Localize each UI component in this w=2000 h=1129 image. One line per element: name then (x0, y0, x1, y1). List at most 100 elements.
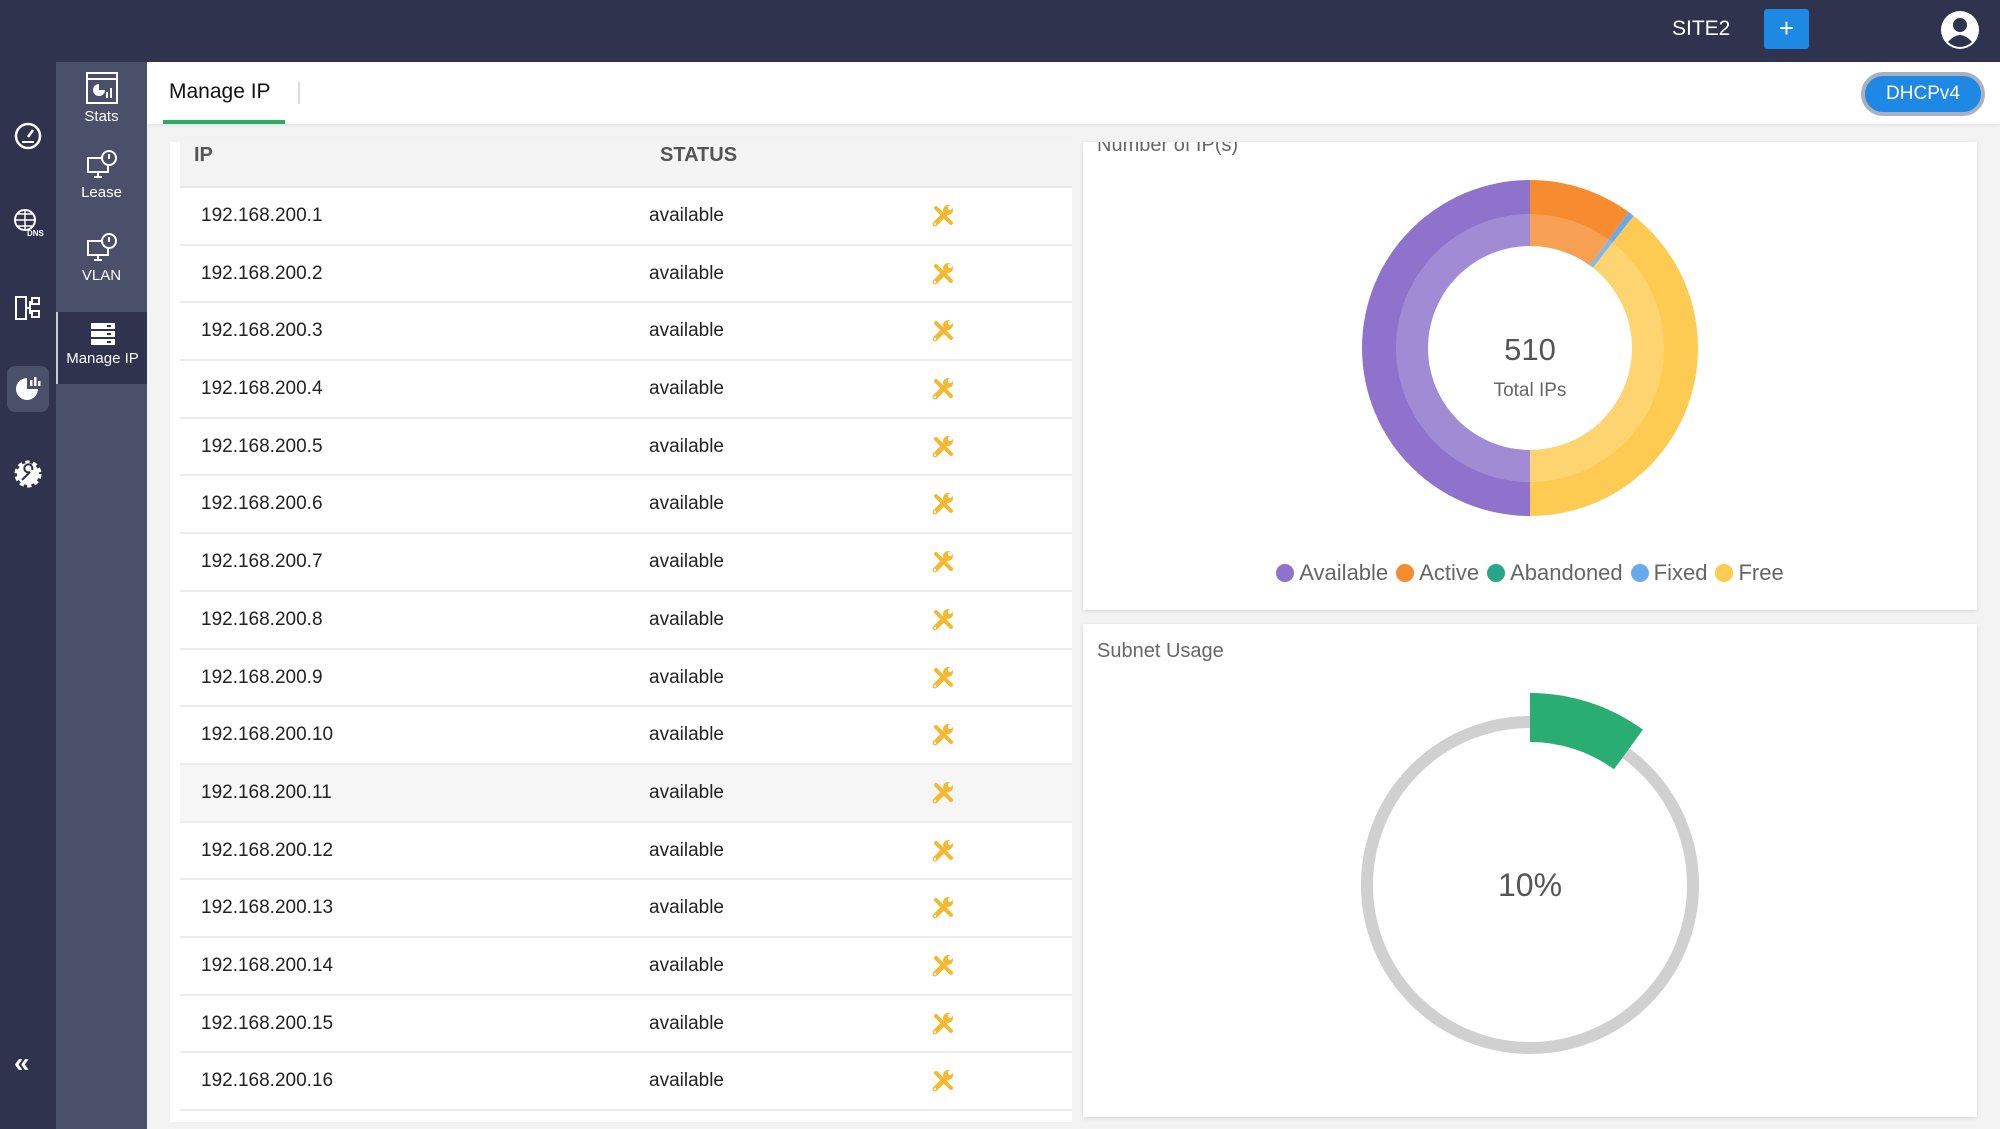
tools-icon[interactable] (930, 549, 956, 575)
table-row[interactable]: 192.168.200.7 available (180, 534, 1072, 592)
top-bar: SITE2 + (0, 0, 2000, 62)
tools-icon[interactable] (930, 607, 956, 633)
chart-legend: Available Active Abandoned Fixed Free (1083, 560, 1977, 586)
dhcpv4-toggle-button[interactable]: DHCPv4 (1861, 72, 1985, 116)
ip-cell: 192.168.200.5 (201, 435, 323, 457)
subnav-label: Lease (81, 184, 122, 201)
status-cell: available (649, 839, 724, 861)
subnet-usage-card: Subnet Usage 10% (1083, 624, 1977, 1117)
tools-icon[interactable] (930, 780, 956, 806)
legend-dot (1630, 564, 1649, 582)
tools-icon[interactable] (930, 1068, 956, 1094)
rail-item-dns[interactable]: DNS (10, 204, 46, 240)
rail-item-network[interactable] (10, 290, 46, 326)
table-row[interactable]: 192.168.200.11 available (180, 764, 1072, 823)
subnav-item-vlan[interactable]: VLAN (56, 223, 147, 295)
rail-item-dhcp[interactable] (7, 366, 49, 412)
tools-icon[interactable] (930, 838, 956, 864)
server-stack-icon (90, 323, 115, 345)
table-body: 192.168.200.1 available 192.168.200.2 avail… (180, 188, 1072, 1111)
legend-dot (1276, 564, 1295, 582)
table-row[interactable]: 192.168.200.5 available (180, 419, 1072, 477)
subnav-item-stats[interactable]: Stats (56, 62, 147, 134)
content-header: Manage IP DHCPv4 (147, 62, 2000, 124)
status-cell: available (649, 435, 724, 457)
site-name[interactable]: SITE2 (1672, 17, 1730, 41)
tab-divider (298, 82, 300, 104)
status-cell: available (649, 493, 724, 515)
ip-cell: 192.168.200.7 (201, 551, 323, 573)
collapse-sidebar-button[interactable]: « (14, 1047, 30, 1079)
tools-icon[interactable] (930, 434, 956, 460)
ip-cell: 192.168.200.8 (201, 608, 323, 630)
legend-item-available[interactable]: Available (1276, 560, 1388, 586)
legend-label: Abandoned (1510, 560, 1623, 585)
ip-cell: 192.168.200.1 (201, 205, 323, 226)
ip-donut-chart: 510 Total IPs (1362, 180, 1699, 516)
tools-icon[interactable] (930, 1011, 956, 1037)
status-cell: available (649, 724, 724, 746)
svg-text:DNS: DNS (27, 229, 44, 237)
table-row[interactable]: 192.168.200.16 available (180, 1053, 1072, 1111)
tab-manage-ip[interactable]: Manage IP (169, 80, 271, 104)
status-cell: available (649, 954, 724, 976)
table-row[interactable]: 192.168.200.8 available (180, 592, 1072, 650)
tools-icon[interactable] (930, 722, 956, 748)
tools-icon[interactable] (930, 895, 956, 921)
ip-count-card: Number of IP(s) 510 Total IPs Available A… (1083, 142, 1977, 610)
table-row[interactable]: 192.168.200.14 available (180, 938, 1072, 996)
table-row[interactable]: 192.168.200.12 available (180, 823, 1072, 881)
ip-cell: 192.168.200.16 (201, 1070, 334, 1092)
table-row[interactable]: 192.168.200.4 available (180, 361, 1072, 419)
monitor-clock-icon (86, 150, 117, 178)
table-row[interactable]: 192.168.200.9 available (180, 650, 1072, 708)
tools-icon[interactable] (930, 665, 956, 691)
ip-cell: 192.168.200.11 (201, 781, 332, 803)
subnav-item-manage-ip[interactable]: Manage IP (56, 312, 147, 384)
status-cell: available (649, 378, 724, 400)
ip-cell: 192.168.200.4 (201, 378, 323, 400)
legend-item-abandoned[interactable]: Abandoned (1487, 560, 1623, 586)
icon-rail: DNS « (0, 0, 56, 1129)
legend-label: Available (1299, 560, 1389, 585)
column-header-ip[interactable]: IP (194, 144, 213, 167)
table-row[interactable]: 192.168.200.13 available (180, 880, 1072, 938)
tools-icon[interactable] (930, 953, 956, 979)
status-cell: available (649, 551, 724, 573)
tools-icon[interactable] (930, 261, 956, 287)
monitor-clock-icon (86, 233, 117, 261)
add-button[interactable]: + (1764, 9, 1809, 49)
table-row[interactable]: 192.168.200.10 available (180, 707, 1072, 765)
table-row[interactable]: 192.168.200.2 available (180, 246, 1072, 304)
table-row[interactable]: 192.168.200.3 available (180, 303, 1072, 362)
speedometer-icon (14, 122, 42, 150)
tools-icon[interactable] (930, 376, 956, 402)
status-cell: available (649, 205, 724, 226)
table-row[interactable]: 192.168.200.6 available (180, 476, 1072, 535)
status-cell: available (649, 897, 724, 919)
server-network-icon (15, 296, 40, 320)
tools-icon[interactable] (930, 491, 956, 517)
tools-icon[interactable] (930, 318, 956, 344)
subnet-usage-gauge: 10% (1361, 693, 1699, 1054)
legend-item-free[interactable]: Free (1715, 560, 1784, 586)
legend-dot (1487, 564, 1506, 582)
ip-cell: 192.168.200.13 (201, 897, 334, 919)
status-cell: available (649, 320, 724, 342)
subnav-label: Stats (84, 108, 119, 125)
ip-cell: 192.168.200.6 (201, 493, 323, 515)
legend-item-fixed[interactable]: Fixed (1630, 560, 1707, 586)
rail-item-dashboard[interactable] (10, 118, 46, 154)
table-row[interactable]: 192.168.200.15 available (180, 996, 1072, 1054)
rail-item-settings[interactable] (10, 456, 46, 492)
status-cell: available (649, 1070, 724, 1092)
column-header-status[interactable]: STATUS (660, 144, 737, 167)
subnav-item-lease[interactable]: Lease (56, 140, 147, 212)
tools-icon[interactable] (930, 203, 956, 229)
gear-wrench-icon (14, 460, 42, 488)
ip-table: IP STATUS 192.168.200.1 available 192.168.… (170, 142, 1072, 1122)
legend-item-active[interactable]: Active (1396, 560, 1479, 586)
table-row[interactable]: 192.168.200.1 available (180, 188, 1072, 246)
user-avatar-icon[interactable] (1940, 10, 1980, 50)
stats-window-icon (85, 72, 118, 104)
